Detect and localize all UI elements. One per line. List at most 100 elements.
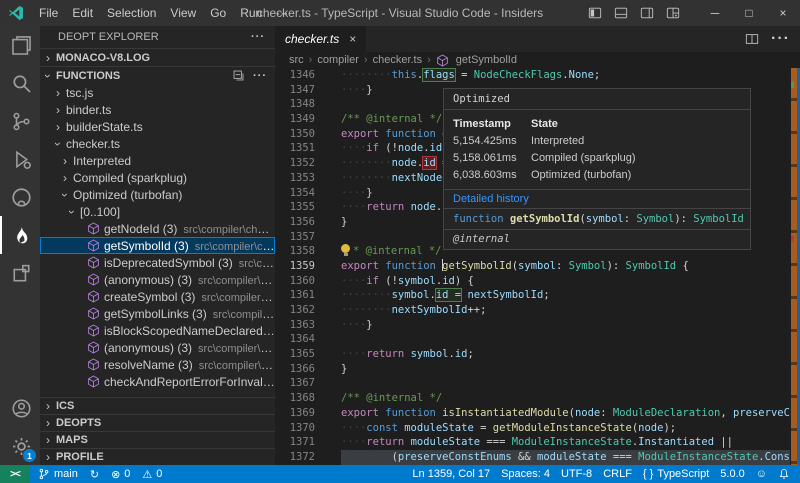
code-token: moduleState (411, 436, 481, 448)
breadcrumb-separator: › (309, 54, 313, 66)
windows-layout-icon[interactable] (0, 254, 40, 292)
status-braces[interactable]: { }TypeScript (643, 468, 709, 480)
code-token: ········ (341, 289, 392, 301)
toggle-primary-sidebar-icon[interactable] (588, 6, 602, 20)
menu-view[interactable]: View (163, 0, 203, 26)
breadcrumb-item[interactable]: getSymbolId (436, 54, 517, 67)
deopt-explorer-flame-icon[interactable] (0, 216, 40, 254)
code-line[interactable]: 1346········this.flags = NodeCheckFlags.… (275, 68, 790, 83)
tree-item[interactable]: isBlockScopedNameDeclaredBefore... (3) (40, 322, 275, 339)
code-line[interactable]: 1370····const moduleState = getModuleIns… (275, 421, 790, 436)
pane-monaco-v8-log[interactable]: › MONACO-V8.LOG (40, 48, 275, 66)
pane-deopts[interactable]: ›DEOPTS (40, 414, 275, 431)
detailed-history-link[interactable]: Detailed history (444, 190, 750, 209)
tooltip-signature: function getSymbolId(symbol: Symbol): Sy… (444, 209, 750, 230)
close-button[interactable]: × (766, 0, 800, 26)
status-feedback[interactable]: ☺ (756, 468, 767, 480)
code-line[interactable]: 1365····return symbol.id; (275, 347, 790, 362)
toggle-panel-icon[interactable] (614, 6, 628, 20)
tree-item[interactable]: ›Interpreted (40, 152, 275, 169)
tree-item[interactable]: ›binder.ts (40, 101, 275, 118)
sidebar-more-actions-icon[interactable]: ··· (251, 31, 265, 43)
tab-checker-ts[interactable]: checker.ts × (275, 26, 366, 52)
tree-item[interactable]: ›checker.ts (40, 135, 275, 152)
pane-profile[interactable]: ›PROFILE (40, 448, 275, 465)
github-icon[interactable] (0, 178, 40, 216)
code-line[interactable]: 1368/** @internal */ (275, 391, 790, 406)
pane-ics[interactable]: ›ICS (40, 397, 275, 414)
tree-item[interactable]: ›[0..100] (40, 203, 275, 220)
menu-selection[interactable]: Selection (100, 0, 163, 26)
code-line[interactable]: 1360····if (!symbol.id) { (275, 274, 790, 289)
tree-item-label: binder.ts (66, 103, 111, 117)
tree-item[interactable]: getSymbolLinks (3)src\compiler\checker.t… (40, 305, 275, 322)
code-line[interactable]: 1371····return moduleState === ModuleIns… (275, 435, 790, 450)
code-token: return (366, 348, 410, 360)
collapse-all-icon[interactable] (232, 69, 245, 82)
customize-layout-icon[interactable] (666, 6, 680, 20)
menubar: FileEditSelectionViewGoRun··· (32, 0, 295, 26)
breadcrumb-item[interactable]: checker.ts (373, 54, 423, 66)
pane-more-actions-icon[interactable]: ··· (253, 70, 267, 82)
code-line[interactable]: 1361········symbol.id = nextSymbolId; (275, 288, 790, 303)
code-token: None (569, 69, 594, 81)
code-line[interactable]: 1362········nextSymbolId++; (275, 303, 790, 318)
tree-item[interactable]: ›tsc.js (40, 84, 275, 101)
tree-item[interactable]: createSymbol (3)src\compiler\checker.ts (40, 288, 275, 305)
tree-item[interactable]: (anonymous) (3)src\compiler\checker.ts (40, 271, 275, 288)
code-line[interactable]: 1367 (275, 376, 790, 391)
explorer-icon[interactable] (0, 26, 40, 64)
breadcrumb-item[interactable]: compiler (317, 54, 359, 66)
settings-gear-icon[interactable]: 1 (0, 427, 40, 465)
close-tab-icon[interactable]: × (349, 32, 356, 46)
split-editor-icon[interactable] (745, 32, 759, 46)
status-warning[interactable]: ⚠0 (142, 468, 162, 481)
status-sync[interactable]: ↻ (90, 468, 99, 481)
remote-indicator[interactable]: >< (0, 465, 30, 483)
editor-more-actions-icon[interactable]: ··· (771, 30, 790, 48)
breadcrumb-item[interactable]: src (289, 54, 304, 66)
code-token: === (480, 436, 512, 448)
signature-token: ): (674, 213, 693, 225)
line-number: 1371 (275, 435, 315, 450)
menu-edit[interactable]: Edit (65, 0, 100, 26)
status-ln-1359-col-17[interactable]: Ln 1359, Col 17 (412, 468, 490, 480)
code-line[interactable]: 1364 (275, 332, 790, 347)
status-utf-8[interactable]: UTF-8 (561, 468, 592, 480)
accounts-icon[interactable] (0, 389, 40, 427)
tree-item[interactable]: getSymbolId (3)src\compiler\checker.ts (40, 237, 275, 254)
menu-file[interactable]: File (32, 0, 65, 26)
status-spaces-4[interactable]: Spaces: 4 (501, 468, 550, 480)
code-line[interactable]: 1359export function getSymbolId(symbol: … (275, 259, 790, 274)
run-and-debug-icon[interactable] (0, 140, 40, 178)
code-line[interactable]: 1363····} (275, 318, 790, 333)
line-number: 1356 (275, 215, 315, 230)
tree-item[interactable]: getNodeId (3)src\compiler\checker.ts (40, 220, 275, 237)
search-icon[interactable] (0, 64, 40, 102)
code-token: return (366, 201, 410, 213)
maximize-button[interactable]: □ (732, 0, 766, 26)
pane-maps[interactable]: ›MAPS (40, 431, 275, 448)
pane-functions[interactable]: › FUNCTIONS ··· (40, 66, 275, 84)
tree-item[interactable]: isDeprecatedSymbol (3)src\compiler\check… (40, 254, 275, 271)
source-control-icon[interactable] (0, 102, 40, 140)
status-bell[interactable] (778, 468, 790, 480)
tree-item[interactable]: resolveName (3)src\compiler\checker.ts (40, 356, 275, 373)
code-line[interactable]: 1366} (275, 362, 790, 377)
tree-item[interactable]: ›builderState.ts (40, 118, 275, 135)
code-line[interactable]: 1372········(preserveConstEnums && modul… (275, 450, 790, 465)
tree-item[interactable]: (anonymous) (3)src\compiler\checker.ts (40, 339, 275, 356)
minimize-button[interactable]: ─ (698, 0, 732, 26)
status-crlf[interactable]: CRLF (603, 468, 632, 480)
tree-item[interactable]: checkAndReportErrorForInvalidInit... (40, 373, 275, 390)
toggle-secondary-sidebar-icon[interactable] (640, 6, 654, 20)
menu-go[interactable]: Go (203, 0, 233, 26)
status-5-0-0[interactable]: 5.0.0 (720, 468, 744, 480)
code-token: /** @internal */ (341, 113, 442, 125)
status-error[interactable]: ⊗0 (111, 468, 130, 481)
code-token: ···· (341, 319, 366, 331)
status-git-branch[interactable]: main (38, 468, 78, 480)
code-line[interactable]: 1369export function isInstantiatedModule… (275, 406, 790, 421)
tree-item[interactable]: ›Compiled (sparkplug) (40, 169, 275, 186)
tree-item[interactable]: ›Optimized (turbofan) (40, 186, 275, 203)
